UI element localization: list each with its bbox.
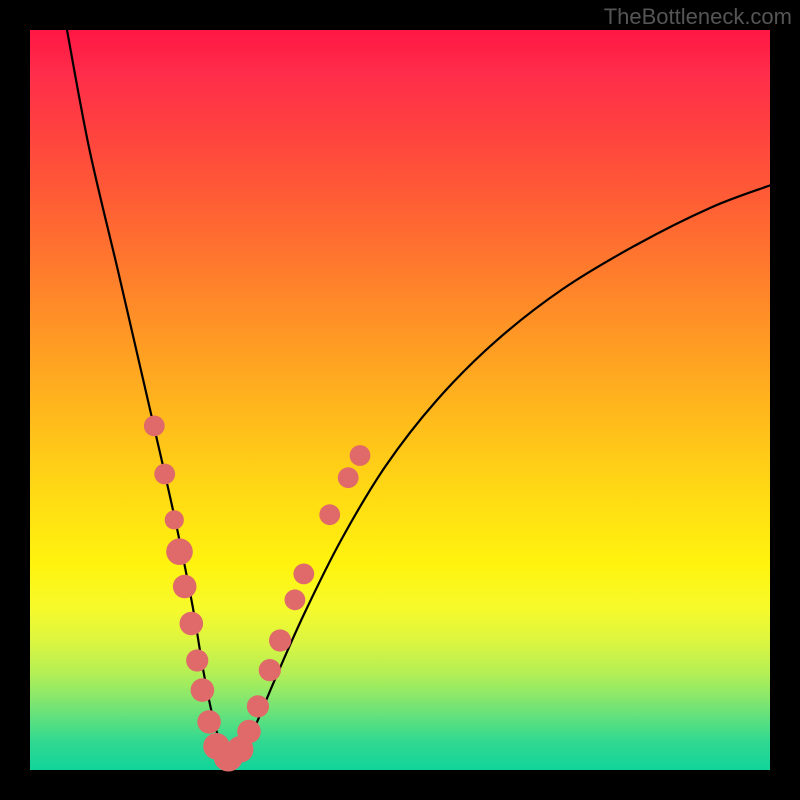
curve-marker <box>144 416 165 437</box>
curve-marker <box>350 445 371 466</box>
curve-markers <box>144 416 371 772</box>
curve-marker <box>173 575 197 599</box>
curve-marker <box>154 464 175 485</box>
curve-marker <box>197 710 221 734</box>
curve-marker <box>319 504 340 525</box>
watermark-label: TheBottleneck.com <box>604 4 792 30</box>
curve-marker <box>285 589 306 610</box>
curve-marker <box>186 649 208 671</box>
chart-svg <box>30 30 770 770</box>
chart-frame: TheBottleneck.com <box>0 0 800 800</box>
curve-marker <box>165 510 184 529</box>
curve-line <box>67 30 770 758</box>
curve-marker <box>237 720 261 744</box>
curve-marker <box>166 538 193 565</box>
curve-marker <box>191 678 215 702</box>
curve-marker <box>293 564 314 585</box>
plot-area <box>30 30 770 770</box>
curve-marker <box>269 629 291 651</box>
curve-path <box>67 30 770 758</box>
curve-marker <box>247 695 269 717</box>
curve-marker <box>259 659 281 681</box>
curve-marker <box>338 467 359 488</box>
curve-marker <box>180 612 204 636</box>
